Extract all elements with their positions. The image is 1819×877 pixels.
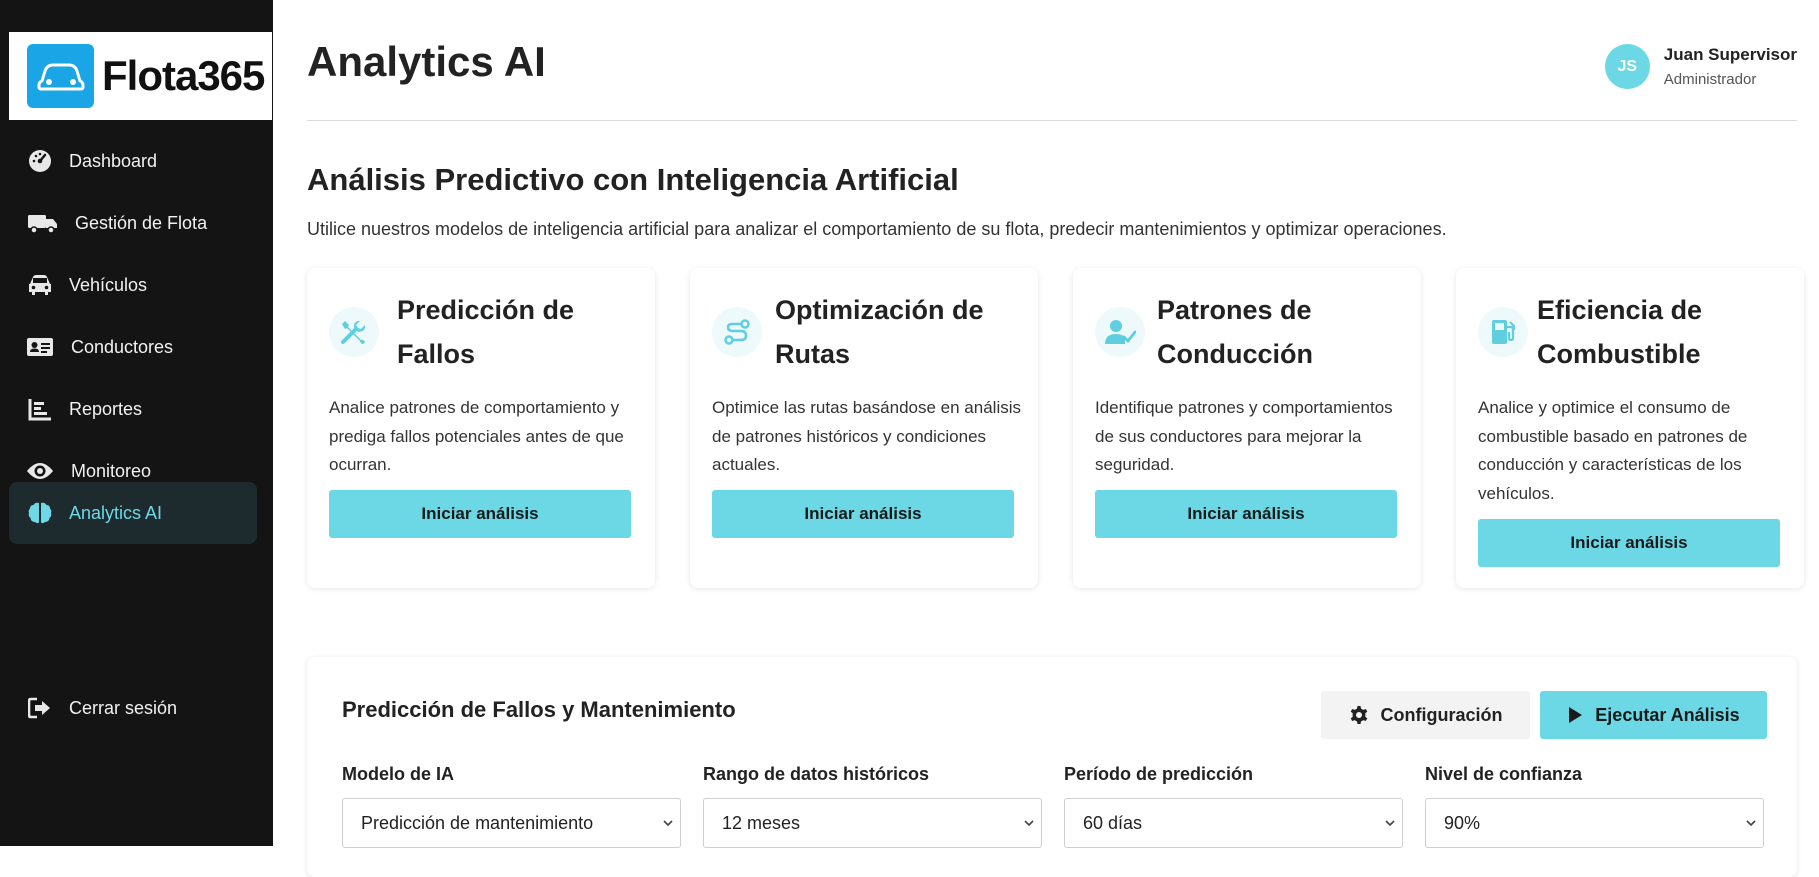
card-title: Optimización de Rutas <box>775 295 984 369</box>
user-check-icon <box>1095 307 1145 357</box>
sidebar-item-label: Dashboard <box>69 150 158 171</box>
card-optimizacion-rutas: Optimización de Rutas Optimice las rutas… <box>690 268 1038 588</box>
sidebar-item-label: Analytics AI <box>69 502 163 523</box>
periodo-prediccion-label: Período de predicción <box>1064 764 1254 784</box>
sidebar-item-label: Vehículos <box>69 274 148 295</box>
sign-out-icon <box>25 693 55 723</box>
chevron-down-icon <box>1385 820 1395 827</box>
id-card-icon <box>25 332 55 362</box>
sidebar-item-label: Monitoreo <box>71 460 152 481</box>
panel-title: Predicción de Fallos y Mantenimiento <box>342 697 736 722</box>
sidebar-item-vehiculos[interactable]: Vehículos <box>9 254 257 316</box>
car-logo-icon <box>27 44 94 108</box>
modelo-ia-label: Modelo de IA <box>342 764 454 784</box>
rango-datos-label: Rango de datos históricos <box>703 764 930 784</box>
sidebar-item-label: Reportes <box>69 398 143 419</box>
sidebar-item-analytics-ai[interactable]: Analytics AI <box>9 482 257 544</box>
card-title: Predicción de Fallos <box>397 295 575 369</box>
sidebar-item-label: Gestión de Flota <box>75 212 208 233</box>
section-description: Utilice nuestros modelos de inteligencia… <box>307 219 1447 239</box>
brain-icon <box>25 498 55 528</box>
gauge-icon <box>25 146 55 176</box>
card-eficiencia-combustible: Eficiencia de Combustible Analice y opti… <box>1456 268 1804 588</box>
route-icon <box>712 307 762 357</box>
card-title: Patrones de Conducción <box>1157 295 1313 369</box>
user-profile[interactable]: JS Juan Supervisor Administrador <box>1604 44 1797 89</box>
sidebar-item-conductores[interactable]: Conductores <box>9 316 257 378</box>
brand-name: Flota365 <box>102 52 265 99</box>
chevron-down-icon <box>663 820 673 827</box>
car-icon <box>25 270 55 300</box>
nivel-confianza-label: Nivel de confianza <box>1425 764 1583 784</box>
sidebar: Flota365 Dashboard Gestión de Flota Vehí… <box>0 0 273 846</box>
card-description: Analice y optimice el consumo de combust… <box>1478 398 1748 503</box>
gear-icon <box>1350 706 1367 724</box>
card-title: Eficiencia de Combustible <box>1537 295 1703 369</box>
configuracion-button[interactable]: Configuración <box>1321 691 1530 739</box>
iniciar-analisis-button[interactable]: Iniciar análisis <box>329 490 631 538</box>
truck-icon <box>25 208 61 238</box>
sidebar-item-reportes[interactable]: Reportes <box>9 378 257 440</box>
section-title: Análisis Predictivo con Inteligencia Art… <box>307 162 959 197</box>
logout-button[interactable]: Cerrar sesión <box>9 677 257 739</box>
periodo-prediccion-select[interactable]: 60 días <box>1064 798 1403 848</box>
select-value: 60 días <box>1083 812 1143 833</box>
card-description: Identifique patrones y comportamientos d… <box>1095 398 1393 474</box>
user-role: Administrador <box>1663 71 1757 88</box>
rango-datos-select[interactable]: 12 meses <box>703 798 1042 848</box>
header-divider <box>307 120 1797 121</box>
brand-logo[interactable]: Flota365 <box>9 32 272 120</box>
fuel-pump-icon <box>1478 307 1528 357</box>
page-title: Analytics AI <box>307 38 546 85</box>
prediction-panel: Predicción de Fallos y Mantenimiento Con… <box>307 657 1797 877</box>
sidebar-item-gestion-flota[interactable]: Gestión de Flota <box>9 192 257 254</box>
main-content: Analytics AI JS Juan Supervisor Administ… <box>307 0 1804 877</box>
tools-icon <box>329 307 379 357</box>
card-description: Optimice las rutas basándose en análisis… <box>712 398 1021 474</box>
select-value: 90% <box>1444 812 1481 833</box>
chevron-down-icon <box>1746 820 1756 827</box>
iniciar-analisis-button[interactable]: Iniciar análisis <box>1478 519 1780 567</box>
iniciar-analisis-button[interactable]: Iniciar análisis <box>1095 490 1397 538</box>
bar-chart-icon <box>25 394 55 424</box>
nivel-confianza-select[interactable]: 90% <box>1425 798 1764 848</box>
iniciar-analisis-button[interactable]: Iniciar análisis <box>712 490 1014 538</box>
sidebar-item-dashboard[interactable]: Dashboard <box>9 130 257 192</box>
chevron-down-icon <box>1024 820 1034 827</box>
card-patrones-conduccion: Patrones de Conducción Identifique patro… <box>1073 268 1421 588</box>
configuracion-label: Configuración <box>1380 704 1503 725</box>
ejecutar-analisis-label: Ejecutar Análisis <box>1595 704 1740 725</box>
select-value: 12 meses <box>722 812 801 833</box>
select-value: Predicción de mantenimiento <box>361 812 594 833</box>
avatar: JS <box>1604 44 1650 89</box>
card-prediccion-fallos: Predicción de Fallos Analice patrones de… <box>307 268 655 588</box>
sidebar-item-label: Conductores <box>71 336 174 357</box>
play-icon <box>1569 707 1583 723</box>
logout-label: Cerrar sesión <box>69 697 178 718</box>
ejecutar-analisis-button[interactable]: Ejecutar Análisis <box>1540 691 1767 739</box>
user-name: Juan Supervisor <box>1663 45 1797 64</box>
modelo-ia-select[interactable]: Predicción de mantenimiento <box>342 798 681 848</box>
card-description: Analice patrones de comportamiento y pre… <box>329 398 624 474</box>
